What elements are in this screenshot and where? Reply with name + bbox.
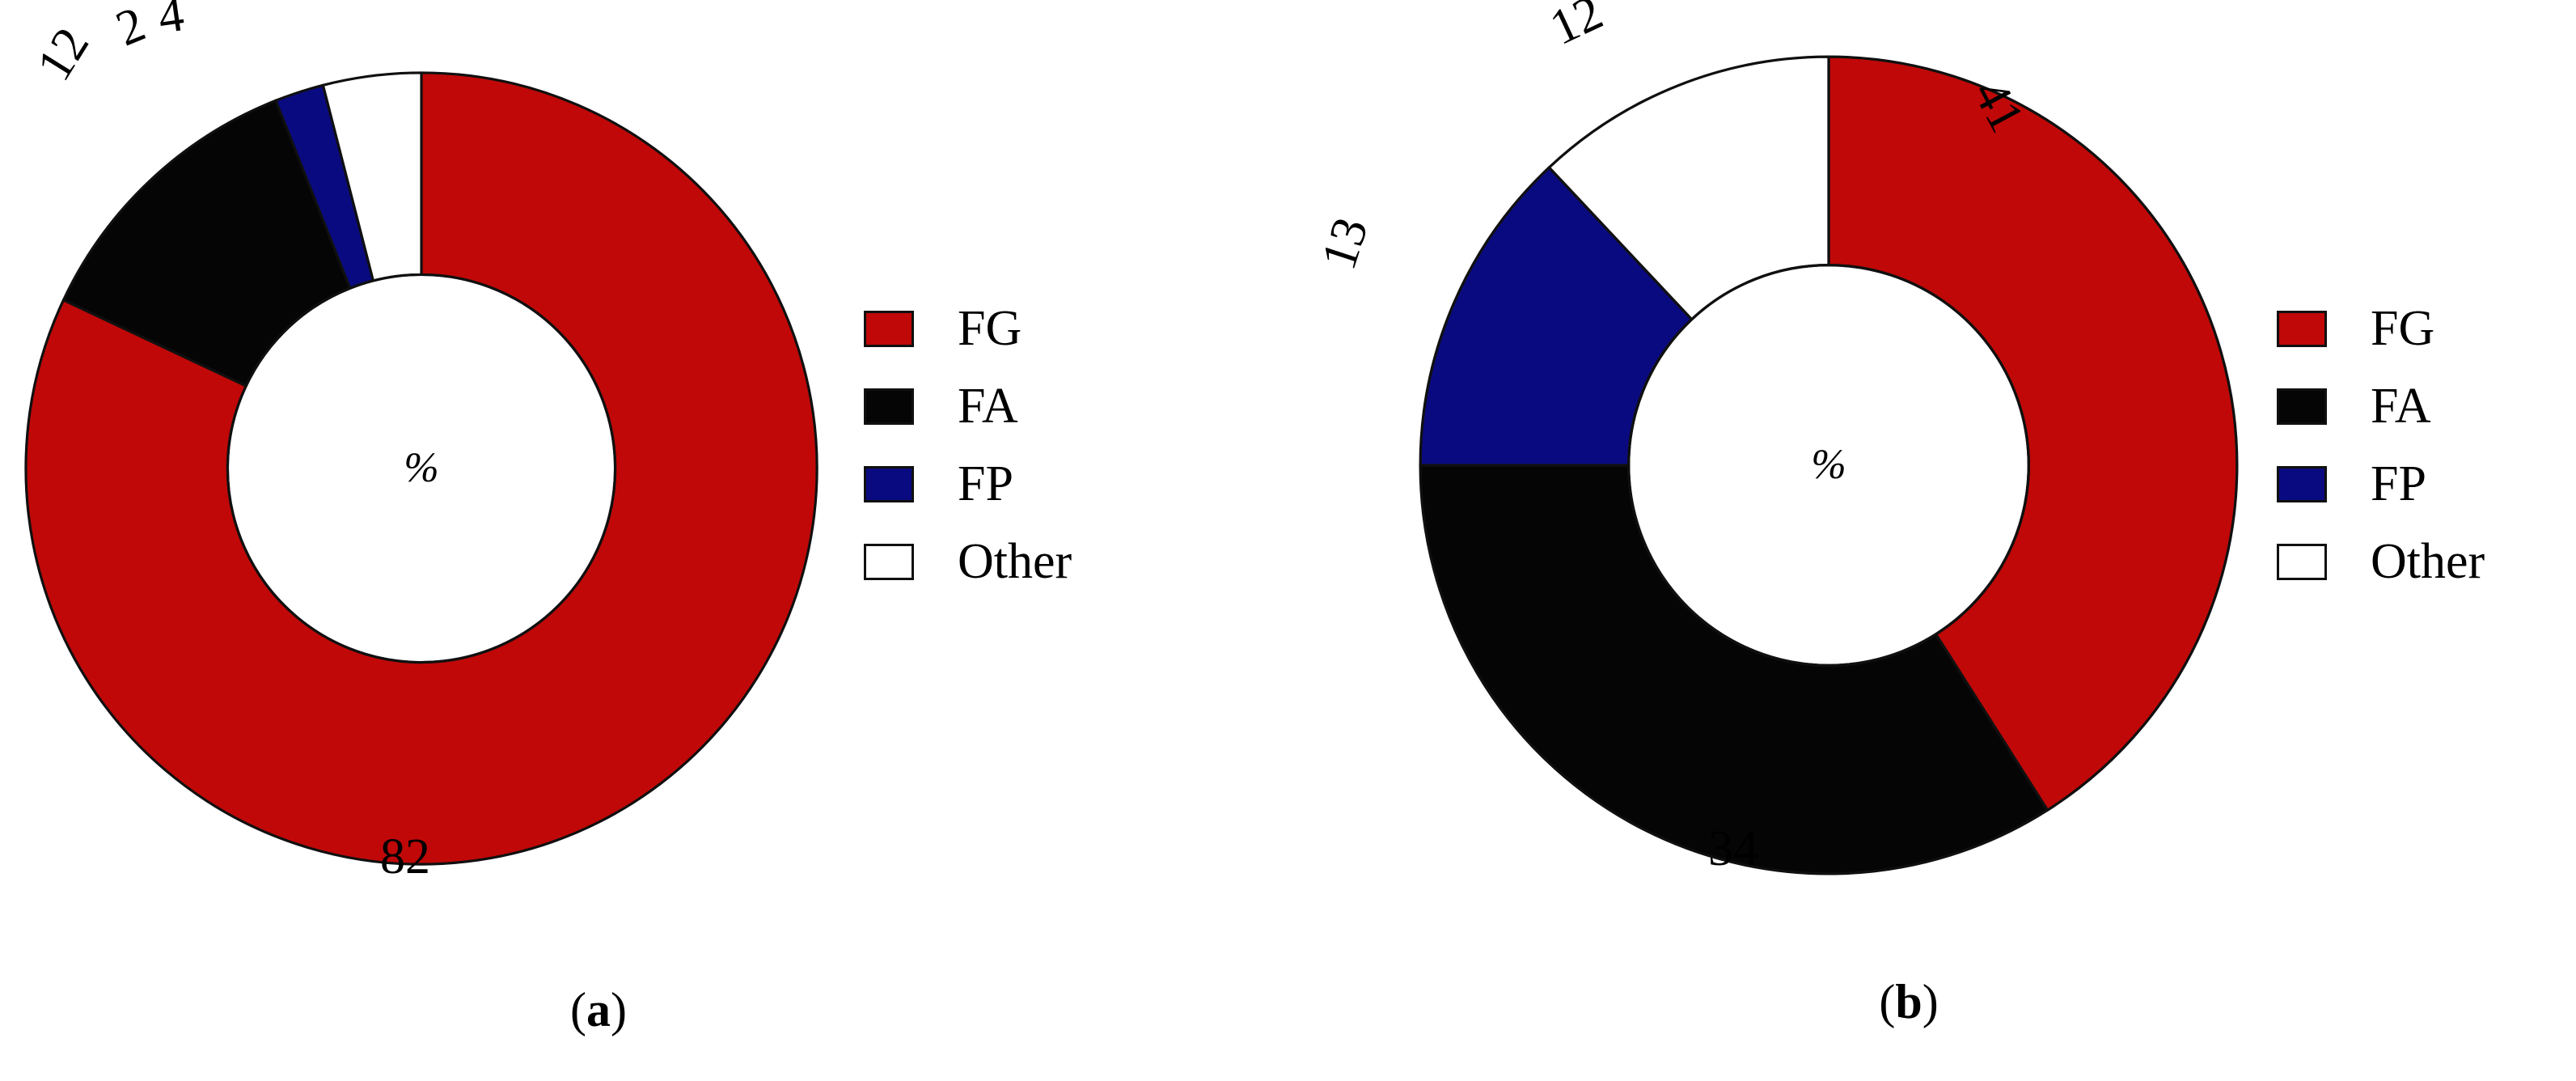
value-label-other-b: 12	[1542, 0, 1611, 56]
legend-label-fg-a: FG	[958, 301, 1022, 356]
legend-item-fa-a[interactable]: FA	[864, 367, 1072, 445]
caption-a-open: (	[570, 983, 586, 1036]
legend-item-other-a[interactable]: Other	[864, 523, 1072, 600]
legend-swatch-other-a	[864, 543, 914, 580]
legend-item-fp-b[interactable]: FP	[2277, 445, 2485, 523]
value-label-fp-a: 2	[108, 0, 153, 57]
legend-item-fp-a[interactable]: FP	[864, 445, 1072, 523]
legend-label-fg-b: FG	[2371, 301, 2435, 356]
caption-b-open: (	[1879, 975, 1896, 1028]
caption-b-letter: b	[1895, 975, 1922, 1028]
legend-label-fa-b: FA	[2371, 379, 2431, 434]
legend-b: FG FA FP Other	[2277, 290, 2485, 600]
legend-swatch-fa-b	[2277, 388, 2327, 425]
legend-item-fg-a[interactable]: FG	[864, 290, 1072, 367]
caption-b: (b)	[1879, 977, 1938, 1026]
center-percent-symbol-b: %	[1811, 442, 1846, 488]
legend-label-other-a: Other	[958, 534, 1072, 589]
legend-a: FG FA FP Other	[864, 290, 1072, 600]
legend-label-fa-a: FA	[958, 379, 1018, 434]
caption-a-close: )	[611, 983, 627, 1036]
caption-a: (a)	[570, 986, 627, 1034]
legend-label-fp-b: FP	[2371, 456, 2426, 511]
legend-swatch-fg-a	[864, 310, 914, 347]
center-percent-symbol-a: %	[404, 445, 439, 491]
value-label-fg-a: 82	[380, 829, 430, 884]
value-label-fp-b: 13	[1311, 211, 1379, 276]
caption-a-letter: a	[586, 983, 611, 1036]
panel-a: % 82 12 2 4 FG FA FP Other (a)	[0, 0, 1262, 1081]
figure-two-donut-charts: % 82 12 2 4 FG FA FP Other (a) % 41 34 1…	[0, 0, 2576, 1081]
legend-label-fp-a: FP	[958, 456, 1013, 511]
value-label-other-a: 4	[154, 0, 188, 45]
caption-b-close: )	[1922, 975, 1939, 1028]
donut-chart-a: %	[21, 68, 822, 869]
donut-chart-b: %	[1415, 52, 2242, 879]
legend-swatch-fa-a	[864, 388, 914, 425]
panel-b: % 41 34 13 12 FG FA FP Other (b)	[1311, 0, 2576, 1081]
legend-swatch-other-b	[2277, 543, 2327, 580]
legend-swatch-fp-a	[864, 465, 914, 502]
legend-item-fa-b[interactable]: FA	[2277, 367, 2485, 445]
legend-swatch-fp-b	[2277, 465, 2327, 502]
donut-slice-fa[interactable]	[1419, 464, 2049, 875]
legend-item-other-b[interactable]: Other	[2277, 523, 2485, 600]
legend-swatch-fg-b	[2277, 310, 2327, 347]
legend-item-fg-b[interactable]: FG	[2277, 290, 2485, 367]
legend-label-other-b: Other	[2371, 534, 2485, 589]
value-label-fa-b: 34	[1708, 821, 1758, 876]
